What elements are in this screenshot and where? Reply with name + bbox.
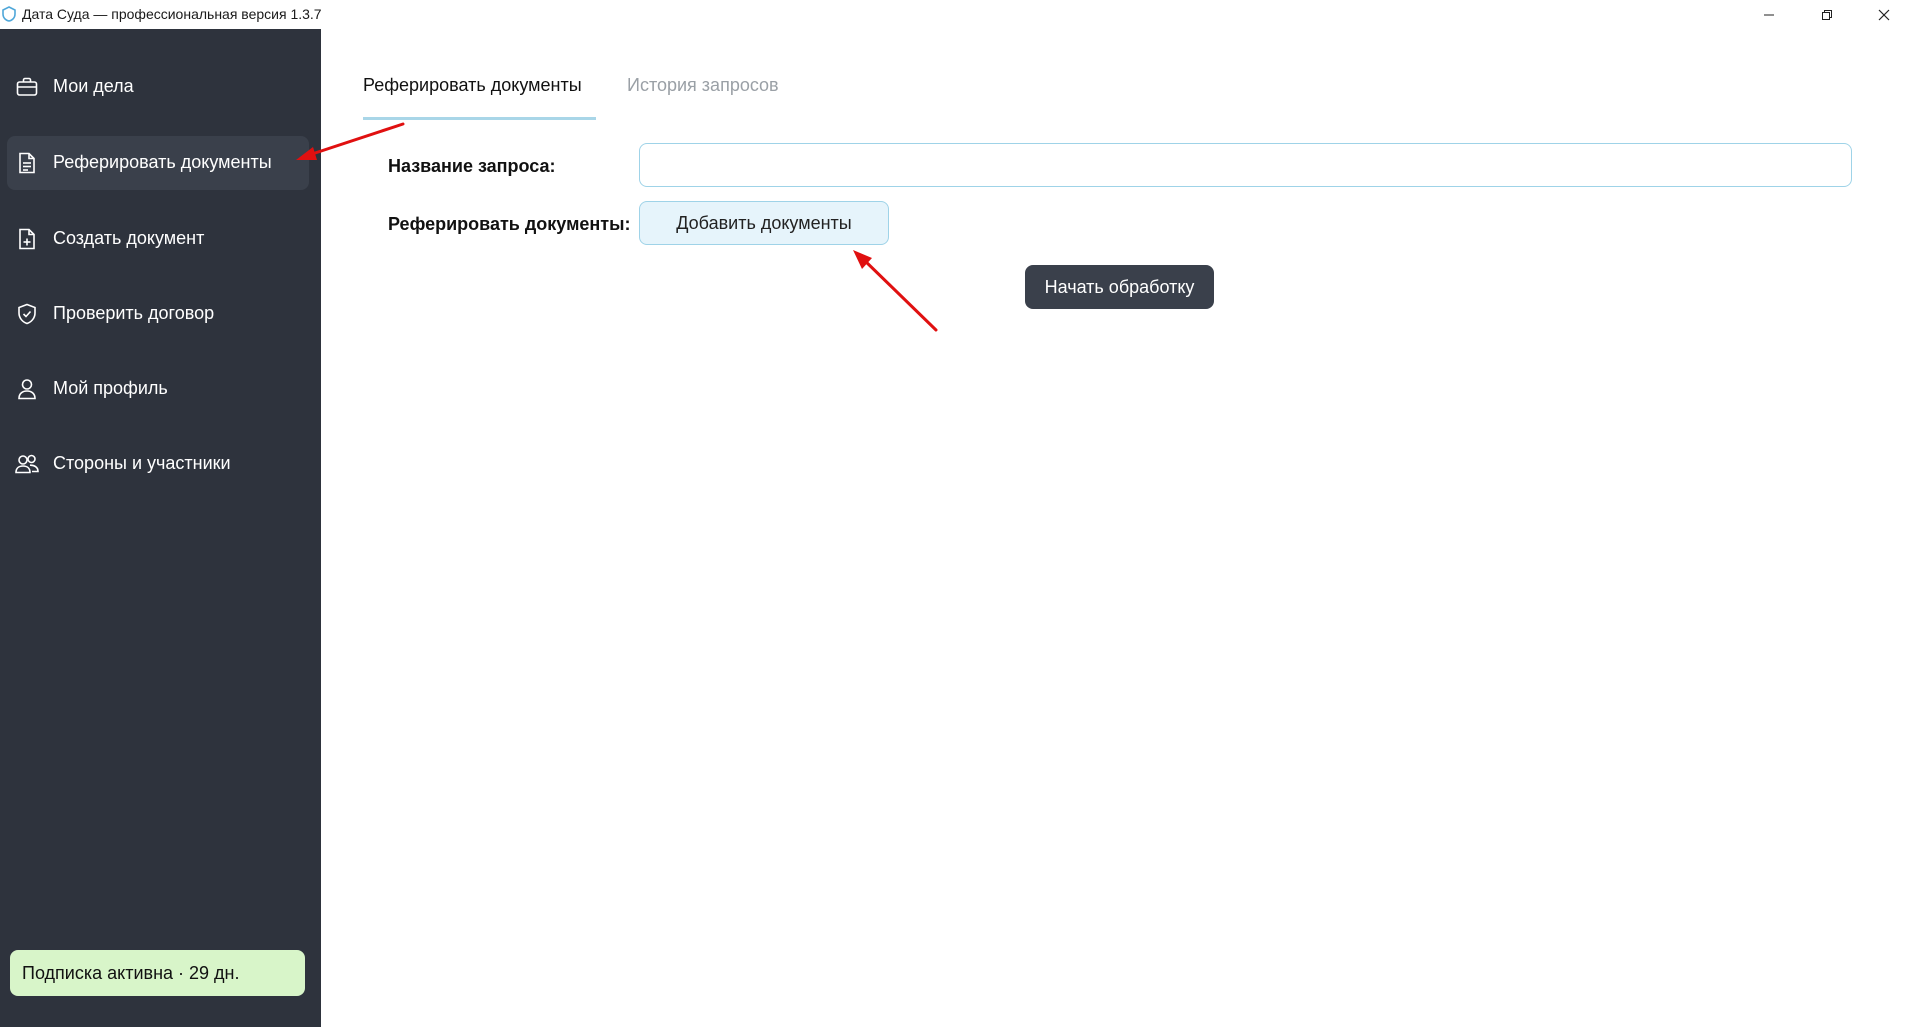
start-processing-button[interactable]: Начать обработку [1025,265,1214,309]
user-icon [15,377,39,401]
shield-check-icon [15,302,39,326]
sidebar-item-my-profile[interactable]: Мой профиль [7,362,309,416]
briefcase-icon [15,75,39,99]
title-bar: Дата Суда — профессиональная версия 1.3.… [0,0,1913,29]
sidebar-item-label: Стороны и участники [53,453,231,473]
sidebar-item-create-document[interactable]: Создать документ [7,212,309,266]
minimize-button[interactable] [1740,0,1798,29]
file-plus-icon [15,227,39,251]
sidebar-item-parties[interactable]: Стороны и участники [7,437,309,491]
sidebar-item-label: Создать документ [53,228,205,248]
add-documents-button[interactable]: Добавить документы [639,201,889,245]
users-icon [15,452,39,476]
sidebar-item-label: Мои дела [53,76,134,96]
window-title: Дата Суда — профессиональная версия 1.3.… [22,6,322,22]
tab-summarize-documents[interactable]: Реферировать документы [363,75,596,120]
main-content: Реферировать документы История запросов … [321,29,1913,1027]
sidebar-item-check-contract[interactable]: Проверить договор [7,287,309,341]
request-name-label: Название запроса: [388,156,556,176]
sidebar-item-label: Реферировать документы [53,152,272,172]
restore-button[interactable] [1798,0,1856,29]
sidebar-item-my-cases[interactable]: Мои дела [7,60,309,114]
close-button[interactable] [1855,0,1913,29]
app-logo-icon [2,6,16,22]
sidebar-item-summarize-documents[interactable]: Реферировать документы [7,136,309,190]
sidebar-item-label: Проверить договор [53,303,215,323]
request-name-input[interactable] [639,143,1852,187]
summarize-documents-label: Реферировать документы: [388,214,631,234]
document-icon [15,151,39,175]
subscription-status-badge: Подписка активна · 29 дн. [10,950,305,996]
tab-request-history[interactable]: История запросов [627,75,779,120]
sidebar: Мои дела Реферировать документы Создать … [0,29,321,1027]
sidebar-item-label: Мой профиль [53,378,168,398]
